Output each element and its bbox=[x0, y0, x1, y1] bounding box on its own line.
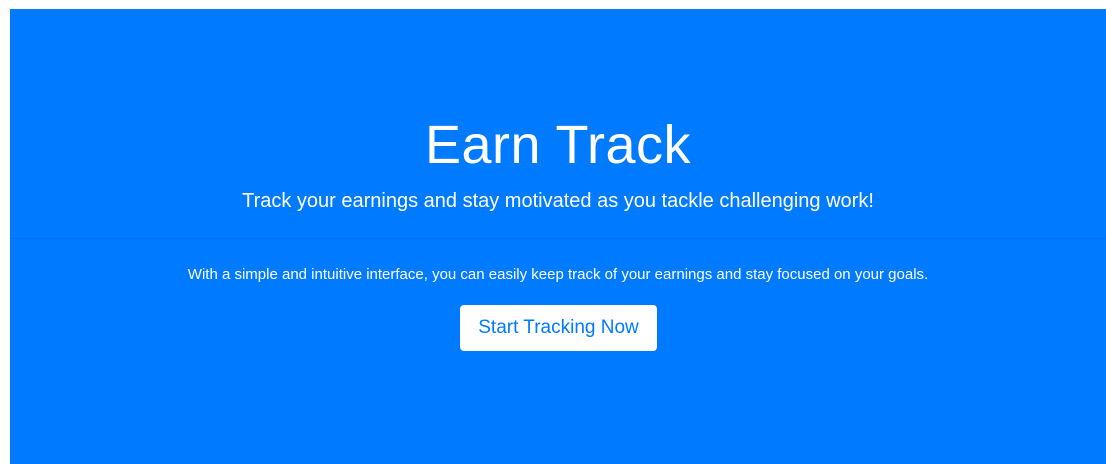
start-tracking-button[interactable]: Start Tracking Now bbox=[460, 305, 657, 351]
hero-jumbotron: Earn Track Track your earnings and stay … bbox=[10, 9, 1106, 464]
hero-description: With a simple and intuitive interface, y… bbox=[187, 266, 929, 283]
divider bbox=[10, 238, 1106, 239]
page-title: Earn Track bbox=[424, 115, 692, 175]
hero-subtitle: Track your earnings and stay motivated a… bbox=[242, 190, 874, 212]
